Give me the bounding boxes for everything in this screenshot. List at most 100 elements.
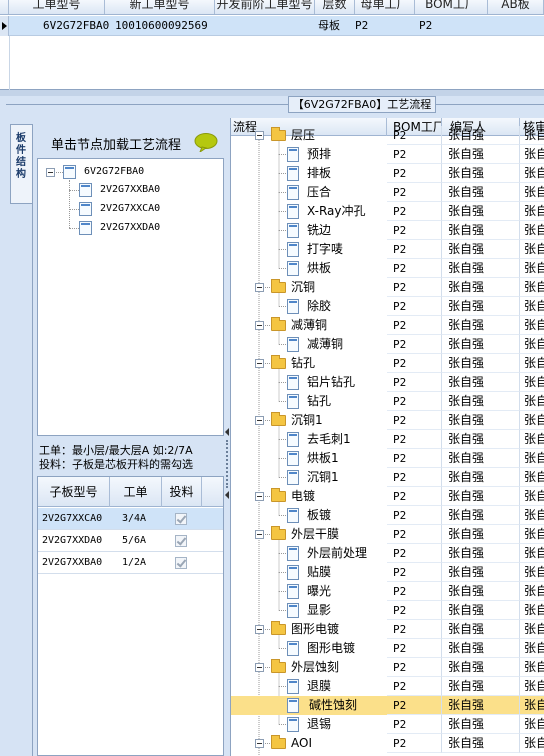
collapse-icon[interactable] — [255, 283, 264, 292]
process-step-row[interactable]: 沉铜1 P2张自强张自 — [231, 468, 544, 487]
collapse-icon[interactable] — [255, 131, 264, 140]
process-step-row[interactable]: 退膜 P2张自强张自 — [231, 677, 544, 696]
process-group-row[interactable]: 外层蚀刻 P2张自强张自 — [231, 658, 544, 677]
bom-factory-cell: P2 — [387, 601, 442, 620]
table-row[interactable]: 6V2G72FBA0 10010600092569 母板 P2 P2 — [0, 16, 544, 36]
bom-factory-cell: P2 — [387, 696, 442, 715]
reviewer-cell: 张自 — [520, 677, 544, 696]
process-group-row[interactable]: 钻孔 P2张自强张自 — [231, 354, 544, 373]
info-note: 工单：最小层/最大层A 如:2/7A 投料：子板是芯板开料的需勾选 — [37, 440, 224, 476]
process-step-row[interactable]: 钻孔 P2张自强张自 — [231, 392, 544, 411]
col-order[interactable]: 工单 — [110, 477, 162, 507]
process-step-row[interactable]: 烘板 P2张自强张自 — [231, 259, 544, 278]
document-icon — [287, 603, 299, 618]
col-sub-board-model[interactable]: 子板型号 — [38, 477, 110, 507]
folder-icon — [271, 127, 286, 141]
writer-cell: 张自强 — [442, 677, 520, 696]
col-mother-factory[interactable]: 母单工厂 — [355, 0, 415, 14]
process-step-row[interactable]: 曝光 P2张自强张自 — [231, 582, 544, 601]
table-row[interactable]: 2V2G7XXDA0 5/6A — [38, 530, 223, 552]
bom-factory-cell: P2 — [387, 183, 442, 202]
process-group-row[interactable]: 外层干膜 P2张自强张自 — [231, 525, 544, 544]
reviewer-cell: 张自 — [520, 221, 544, 240]
collapse-icon[interactable] — [255, 416, 264, 425]
process-group-row[interactable]: 电镀 P2张自强张自 — [231, 487, 544, 506]
process-step-row[interactable]: 图形电镀 P2张自强张自 — [231, 639, 544, 658]
process-step-row[interactable]: 贴膜 P2张自强张自 — [231, 563, 544, 582]
collapse-icon[interactable] — [255, 530, 264, 539]
process-step-row[interactable]: 铣边 P2张自强张自 — [231, 221, 544, 240]
bom-factory-cell: P2 — [387, 430, 442, 449]
writer-cell: 张自强 — [442, 316, 520, 335]
bom-factory-cell: P2 — [387, 297, 442, 316]
col-ab-board[interactable]: AB板 — [488, 0, 544, 14]
collapse-icon[interactable] — [255, 359, 264, 368]
process-step-row[interactable]: 铝片钻孔 P2张自强张自 — [231, 373, 544, 392]
process-step-row[interactable]: 烘板1 P2张自强张自 — [231, 449, 544, 468]
process-group-row[interactable]: 层压 P2张自强张自 — [231, 126, 544, 145]
document-icon — [287, 299, 299, 314]
process-group-row[interactable]: 减薄铜 P2张自强张自 — [231, 316, 544, 335]
reviewer-cell: 张自 — [520, 734, 544, 753]
writer-cell: 张自强 — [442, 392, 520, 411]
process-step-row[interactable]: 除胶 P2张自强张自 — [231, 297, 544, 316]
splitter-grip-icon[interactable] — [226, 440, 228, 488]
process-step-row[interactable]: 打字唛 P2张自强张自 — [231, 240, 544, 259]
collapse-icon[interactable] — [255, 321, 264, 330]
col-blank — [202, 477, 223, 507]
tree-node-child[interactable]: 2V2G7XXDA0 — [100, 219, 160, 237]
collapse-icon[interactable] — [255, 625, 264, 634]
tree-node-root[interactable]: 6V2G72FBA0 — [84, 163, 144, 181]
writer-cell: 张自强 — [442, 278, 520, 297]
folder-icon — [271, 735, 286, 749]
board-type-cell: 母板 — [318, 19, 340, 32]
feed-checkbox[interactable] — [175, 535, 187, 547]
document-icon — [287, 242, 299, 257]
table-row[interactable]: 2V2G7XXCA0 3/4A — [38, 508, 223, 530]
col-layers[interactable]: 层数 — [315, 0, 355, 14]
order-grid: 工单型号 新工单型号 开发前阶工单型号 层数 母单工厂 BOM工厂 AB板 6V… — [0, 0, 544, 90]
feed-checkbox[interactable] — [175, 557, 187, 569]
folder-icon — [271, 317, 286, 331]
process-group-row[interactable]: 图形电镀 P2张自强张自 — [231, 620, 544, 639]
writer-cell: 张自强 — [442, 620, 520, 639]
reviewer-cell: 张自 — [520, 506, 544, 525]
tree-node-child[interactable]: 2V2G7XXCA0 — [100, 200, 160, 218]
process-step-row[interactable]: 减薄铜 P2张自强张自 — [231, 335, 544, 354]
process-step-row[interactable]: 压合 P2张自强张自 — [231, 183, 544, 202]
feed-checkbox[interactable] — [175, 513, 187, 525]
col-bom-factory[interactable]: BOM工厂 — [415, 0, 488, 14]
collapse-left-arrow-icon[interactable] — [225, 491, 229, 499]
bom-factory-cell: P2 — [387, 164, 442, 183]
collapse-icon[interactable] — [255, 739, 264, 748]
col-pre-dev-model[interactable]: 开发前阶工单型号 — [215, 0, 315, 14]
process-step-label: 曝光 — [307, 584, 332, 598]
reviewer-cell: 张自 — [520, 297, 544, 316]
process-step-row[interactable]: 显影 P2张自强张自 — [231, 601, 544, 620]
collapse-left-arrow-icon[interactable] — [225, 428, 229, 436]
process-group-row[interactable]: 沉铜1 P2张自强张自 — [231, 411, 544, 430]
process-step-row[interactable]: 退锡 P2张自强张自 — [231, 715, 544, 734]
process-step-label: 铝片钻孔 — [307, 375, 356, 389]
col-feed[interactable]: 投料 — [162, 477, 202, 507]
process-group-row[interactable]: AOI P2张自强张自 — [231, 734, 544, 753]
sub-board-grid-header: 子板型号 工单 投料 — [38, 477, 223, 507]
process-step-row[interactable]: 去毛刺1 P2张自强张自 — [231, 430, 544, 449]
tab-board-structure[interactable]: 板件结构 — [10, 124, 32, 204]
process-group-row[interactable]: 沉铜 P2张自强张自 — [231, 278, 544, 297]
col-order-model[interactable]: 工单型号 — [9, 0, 105, 14]
tree-node-child[interactable]: 2V2G7XXBA0 — [100, 181, 160, 199]
collapse-icon[interactable] — [255, 663, 264, 672]
bom-factory-cell: P2 — [387, 715, 442, 734]
collapse-icon[interactable] — [46, 168, 55, 177]
process-step-row[interactable]: 预排 P2张自强张自 — [231, 145, 544, 164]
process-step-row[interactable]: 碱性蚀刻 P2张自强张自 — [231, 696, 544, 715]
process-step-row[interactable]: 外层前处理 P2张自强张自 — [231, 544, 544, 563]
collapse-icon[interactable] — [255, 492, 264, 501]
process-step-row[interactable]: 板镀 P2张自强张自 — [231, 506, 544, 525]
process-step-row[interactable]: X-Ray冲孔 P2张自强张自 — [231, 202, 544, 221]
table-row[interactable]: 2V2G7XXBA0 1/2A — [38, 552, 223, 574]
reviewer-cell: 张自 — [520, 316, 544, 335]
col-new-order-model[interactable]: 新工单型号 — [105, 0, 215, 14]
process-step-row[interactable]: 排板 P2张自强张自 — [231, 164, 544, 183]
